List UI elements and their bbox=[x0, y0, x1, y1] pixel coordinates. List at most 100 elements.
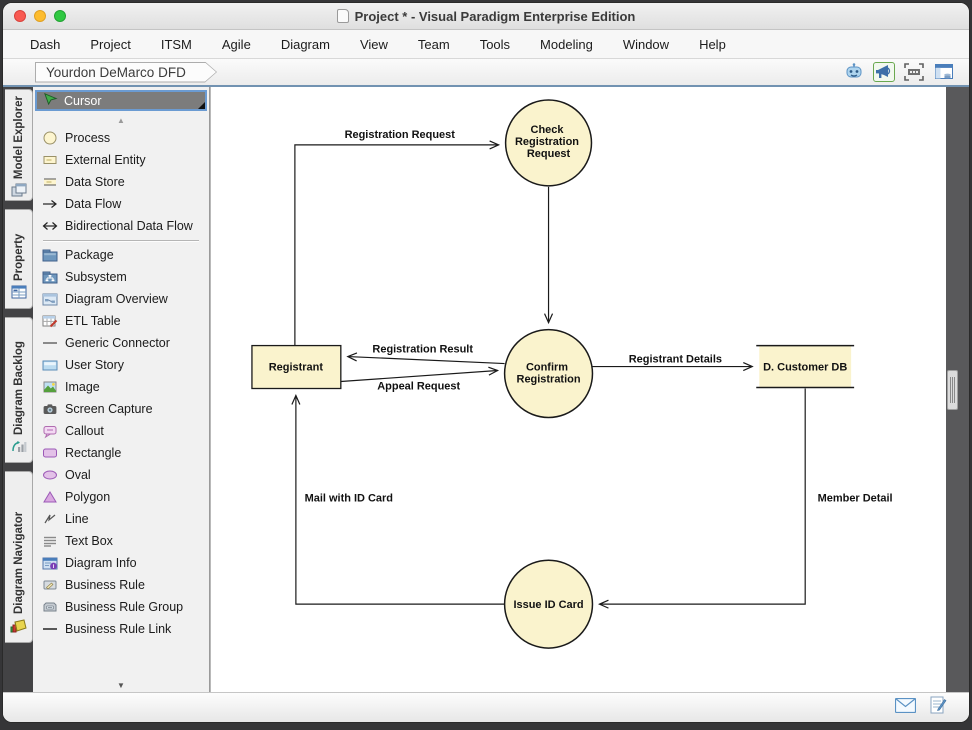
palette-item-diagram-overview[interactable]: Diagram Overview bbox=[33, 288, 209, 310]
flow-member-detail[interactable] bbox=[599, 389, 805, 605]
polygon-icon bbox=[41, 489, 58, 505]
diagram-navigator-icon bbox=[10, 618, 27, 638]
menu-diagram[interactable]: Diagram bbox=[266, 30, 345, 59]
etl-table-icon bbox=[41, 313, 58, 329]
minimize-window-button[interactable] bbox=[34, 10, 46, 22]
palette-item-text-box[interactable]: Text Box bbox=[33, 530, 209, 552]
menu-tools[interactable]: Tools bbox=[465, 30, 525, 59]
generic-connector-icon bbox=[41, 335, 58, 351]
diagram-info-icon: i bbox=[41, 555, 58, 571]
tab-diagram-backlog[interactable]: Diagram Backlog bbox=[5, 317, 33, 463]
flow-label-registration-request: Registration Request bbox=[345, 129, 456, 141]
zoom-window-button[interactable] bbox=[54, 10, 66, 22]
mail-icon[interactable] bbox=[895, 698, 916, 718]
process-confirm-registration[interactable]: Confirm Registration bbox=[505, 330, 593, 418]
oval-icon bbox=[41, 467, 58, 483]
menu-modeling[interactable]: Modeling bbox=[525, 30, 608, 59]
callout-icon bbox=[41, 423, 58, 439]
palette-item-data-store[interactable]: Data Store bbox=[33, 171, 209, 193]
capture-frame-icon[interactable] bbox=[903, 62, 925, 82]
palette-scroll-down-icon[interactable]: ▼ bbox=[33, 678, 209, 692]
menu-project[interactable]: Project bbox=[75, 30, 145, 59]
palette-item-generic-connector[interactable]: Generic Connector bbox=[33, 332, 209, 354]
data-flow-icon bbox=[41, 196, 58, 212]
menu-bar: Dash Project ITSM Agile Diagram View Tea… bbox=[3, 30, 969, 59]
close-window-button[interactable] bbox=[14, 10, 26, 22]
palette-item-business-rule-link[interactable]: Business Rule Link bbox=[33, 618, 209, 640]
palette-item-subsystem[interactable]: Subsystem bbox=[33, 266, 209, 288]
property-icon bbox=[11, 285, 27, 304]
tab-model-explorer[interactable]: Model Explorer bbox=[5, 89, 33, 201]
status-bar bbox=[3, 692, 969, 722]
svg-text:Issue ID Card: Issue ID Card bbox=[513, 599, 583, 611]
palette-item-oval[interactable]: Oval bbox=[33, 464, 209, 486]
palette-item-rectangle[interactable]: Rectangle bbox=[33, 442, 209, 464]
menu-team[interactable]: Team bbox=[403, 30, 465, 59]
menu-help[interactable]: Help bbox=[684, 30, 741, 59]
window-title-text: Project * - Visual Paradigm Enterprise E… bbox=[355, 9, 636, 24]
palette-item-bidirectional-data-flow[interactable]: Bidirectional Data Flow bbox=[33, 215, 209, 237]
cursor-corner-triangle bbox=[198, 102, 205, 109]
palette-item-screen-capture[interactable]: Screen Capture bbox=[33, 398, 209, 420]
right-panel-strip bbox=[946, 87, 969, 692]
flow-label-registrant-details: Registrant Details bbox=[629, 354, 722, 366]
palette-item-user-story[interactable]: User Story bbox=[33, 354, 209, 376]
palette-item-business-rule-group[interactable]: Business Rule Group bbox=[33, 596, 209, 618]
menu-itsm[interactable]: ITSM bbox=[146, 30, 207, 59]
text-box-icon bbox=[41, 533, 58, 549]
menu-view[interactable]: View bbox=[345, 30, 403, 59]
palette-item-polygon[interactable]: Polygon bbox=[33, 486, 209, 508]
palette-item-image[interactable]: Image bbox=[33, 376, 209, 398]
edit-document-icon[interactable] bbox=[930, 696, 947, 719]
svg-text:D. Customer DB: D. Customer DB bbox=[763, 362, 847, 374]
menu-agile[interactable]: Agile bbox=[207, 30, 266, 59]
diagram-canvas[interactable]: Check Registration Request Confirm Regis… bbox=[210, 87, 946, 692]
flow-registration-result[interactable] bbox=[348, 357, 505, 364]
palette-item-process[interactable]: Process bbox=[33, 127, 209, 149]
announcement-icon[interactable] bbox=[873, 62, 895, 82]
data-store-customer-db[interactable]: D. Customer DB bbox=[756, 346, 854, 388]
process-icon bbox=[41, 130, 58, 146]
palette-item-cursor[interactable]: Cursor bbox=[35, 90, 207, 111]
external-entity-registrant[interactable]: Registrant bbox=[252, 346, 341, 389]
palette-item-callout[interactable]: Callout bbox=[33, 420, 209, 442]
flow-label-mail-with-id-card: Mail with ID Card bbox=[305, 492, 393, 504]
breadcrumb-label: Yourdon DeMarco DFD bbox=[36, 63, 216, 82]
palette-item-line[interactable]: Line bbox=[33, 508, 209, 530]
image-icon bbox=[41, 379, 58, 395]
business-rule-link-icon bbox=[41, 621, 58, 637]
process-check-registration-request[interactable]: Check Registration Request bbox=[506, 100, 592, 186]
tab-property[interactable]: Property bbox=[5, 209, 33, 309]
palette-item-diagram-info[interactable]: i Diagram Info bbox=[33, 552, 209, 574]
line-icon bbox=[41, 511, 58, 527]
palette-item-package[interactable]: Package bbox=[33, 244, 209, 266]
bidirectional-data-flow-icon bbox=[41, 218, 58, 234]
flow-registration-request[interactable] bbox=[295, 145, 499, 346]
business-rule-icon bbox=[41, 577, 58, 593]
panel-layout-icon[interactable] bbox=[933, 62, 955, 82]
external-entity-icon bbox=[41, 152, 58, 168]
palette-item-data-flow[interactable]: Data Flow bbox=[33, 193, 209, 215]
menu-window[interactable]: Window bbox=[608, 30, 684, 59]
breadcrumb[interactable]: Yourdon DeMarco DFD bbox=[35, 62, 217, 83]
palette-item-etl-table[interactable]: ETL Table bbox=[33, 310, 209, 332]
process-issue-id-card[interactable]: Issue ID Card bbox=[505, 560, 593, 648]
title-bar: Project * - Visual Paradigm Enterprise E… bbox=[3, 3, 969, 30]
panel-grip-handle[interactable] bbox=[947, 370, 958, 410]
flow-label-registration-result: Registration Result bbox=[372, 344, 473, 356]
robot-assistant-icon[interactable] bbox=[843, 62, 865, 82]
palette-item-external-entity[interactable]: External Entity bbox=[33, 149, 209, 171]
app-window: Project * - Visual Paradigm Enterprise E… bbox=[3, 3, 969, 722]
rectangle-icon bbox=[41, 445, 58, 461]
shape-palette: Cursor ▲ Process External Entity Data St… bbox=[33, 87, 210, 692]
diagram-backlog-icon bbox=[11, 439, 27, 458]
palette-item-business-rule[interactable]: Business Rule bbox=[33, 574, 209, 596]
tab-diagram-navigator[interactable]: Diagram Navigator bbox=[5, 471, 33, 643]
palette-scroll-up-icon[interactable]: ▲ bbox=[33, 113, 209, 127]
flow-label-appeal-request: Appeal Request bbox=[377, 381, 460, 393]
diagram-toolbar: Yourdon DeMarco DFD bbox=[3, 59, 969, 85]
menu-dash[interactable]: Dash bbox=[15, 30, 75, 59]
diagram-overview-icon bbox=[41, 291, 58, 307]
user-story-icon bbox=[41, 357, 58, 373]
subsystem-icon bbox=[41, 269, 58, 285]
